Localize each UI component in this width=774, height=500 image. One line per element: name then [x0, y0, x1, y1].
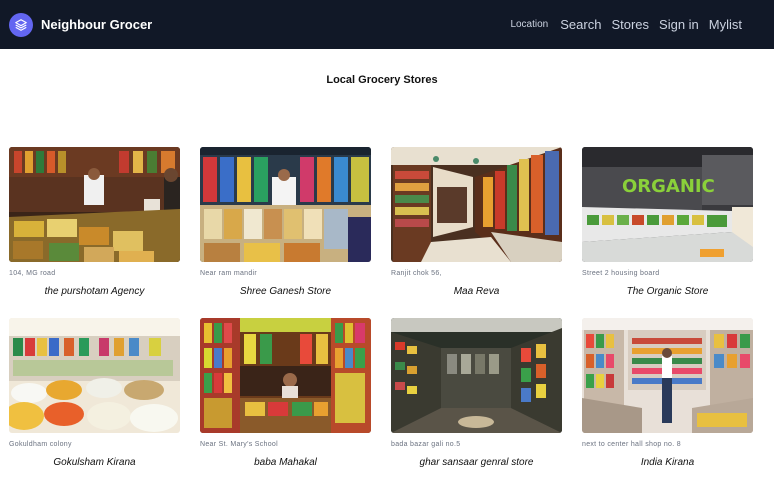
store-address: next to center hall shop no. 8	[582, 441, 681, 448]
store-card[interactable]: Gokuldham colony Gokulsham Kirana	[9, 318, 180, 489]
store-card[interactable]: Near St. Mary's School baba Mahakal	[200, 318, 371, 489]
store-image[interactable]	[200, 318, 371, 433]
nav-location-link[interactable]: Location	[510, 19, 548, 30]
store-image[interactable]	[391, 318, 562, 433]
brand-name: Neighbour Grocer	[41, 17, 153, 32]
store-address: Ranjit chok 56,	[391, 270, 442, 277]
nav-signin-link[interactable]: Sign in	[659, 17, 699, 32]
store-image[interactable]: ORGANIC	[582, 147, 753, 262]
store-image[interactable]	[9, 147, 180, 262]
store-name[interactable]: the purshotam Agency	[9, 286, 180, 297]
store-card[interactable]: Near ram mandir Shree Ganesh Store	[200, 147, 371, 318]
store-name[interactable]: The Organic Store	[582, 286, 753, 297]
store-name[interactable]: baba Mahakal	[200, 457, 371, 468]
organic-sign: ORGANIC	[622, 176, 715, 197]
store-name[interactable]: India Kirana	[582, 457, 753, 468]
store-name[interactable]: Gokulsham Kirana	[9, 457, 180, 468]
brand-link[interactable]: Neighbour Grocer	[9, 12, 153, 37]
store-name[interactable]: Maa Reva	[391, 286, 562, 297]
store-address: Near St. Mary's School	[200, 441, 278, 448]
store-address: Street 2 housing board	[582, 270, 660, 277]
nav-stores-link[interactable]: Stores	[611, 17, 649, 32]
nav-mylist-link[interactable]: Mylist	[709, 17, 742, 32]
store-address: Gokuldham colony	[9, 441, 72, 448]
store-card[interactable]: next to center hall shop no. 8 India Kir…	[582, 318, 753, 489]
page-title: Local Grocery Stores	[326, 74, 438, 86]
store-image[interactable]	[391, 147, 562, 262]
nav-links: Location Search Stores Sign in Mylist	[510, 0, 774, 49]
store-address: bada bazar gali no.5	[391, 441, 461, 448]
top-navbar: Neighbour Grocer Location Search Stores …	[0, 0, 774, 49]
store-address: Near ram mandir	[200, 270, 258, 277]
store-address: 104, MG road	[9, 270, 56, 277]
store-name[interactable]: ghar sansaar genral store	[391, 457, 562, 468]
store-grid: 104, MG road the purshotam Agency Near r…	[9, 147, 753, 489]
layers-icon	[9, 12, 33, 37]
store-card[interactable]: bada bazar gali no.5 ghar sansaar genral…	[391, 318, 562, 489]
store-card[interactable]: 104, MG road the purshotam Agency	[9, 147, 180, 318]
store-card[interactable]: ORGANIC Street 2 housing board The Organ…	[582, 147, 753, 318]
nav-search-link[interactable]: Search	[560, 17, 601, 32]
store-name[interactable]: Shree Ganesh Store	[200, 286, 371, 297]
store-image[interactable]	[582, 318, 753, 433]
store-image[interactable]	[9, 318, 180, 433]
store-card[interactable]: Ranjit chok 56, Maa Reva	[391, 147, 562, 318]
store-image[interactable]	[200, 147, 371, 262]
